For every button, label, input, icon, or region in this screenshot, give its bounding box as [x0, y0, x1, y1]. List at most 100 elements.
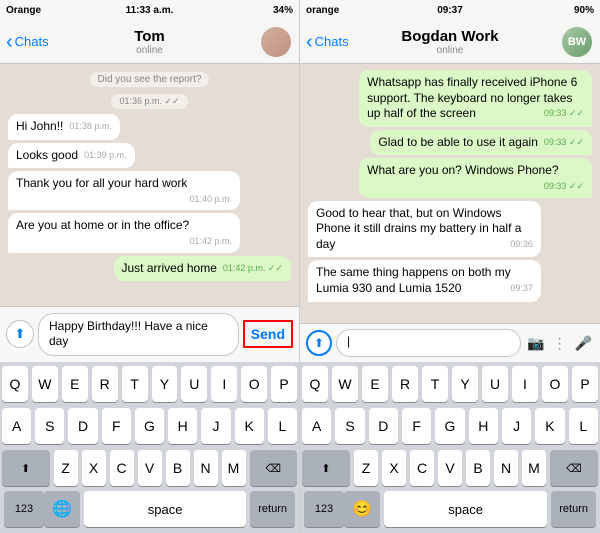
globe-icon[interactable]: 🌐	[44, 491, 80, 527]
key-delete[interactable]: ⌫	[250, 450, 298, 486]
expand-input-button[interactable]: ⬆	[306, 330, 332, 356]
key-A[interactable]: A	[2, 408, 31, 444]
left-chat-area: Did you see the report? 01:36 p.m. ✓✓ Hi…	[0, 64, 299, 306]
right-chat-area: Whatsapp has finally received iPhone 6 s…	[300, 64, 600, 323]
right-message-row-2: Glad to be able to use it again09:33 ✓✓	[308, 130, 592, 156]
key-Q[interactable]: Q	[2, 366, 28, 402]
right-key-U[interactable]: U	[482, 366, 508, 402]
attachment-icon[interactable]: ⋮	[551, 333, 569, 354]
key-P[interactable]: P	[271, 366, 297, 402]
voice-input-button[interactable]: ⬆	[6, 320, 34, 348]
key-W[interactable]: W	[32, 366, 58, 402]
right-key-M[interactable]: M	[522, 450, 546, 486]
right-key-shift[interactable]: ⬆	[302, 450, 350, 486]
key-Z[interactable]: Z	[54, 450, 78, 486]
right-key-return[interactable]: return	[551, 491, 596, 527]
key-H[interactable]: H	[168, 408, 197, 444]
right-key-B[interactable]: B	[466, 450, 490, 486]
right-key-N[interactable]: N	[494, 450, 518, 486]
key-F[interactable]: F	[102, 408, 131, 444]
right-back-button[interactable]: ‹ Chats	[306, 32, 349, 52]
key-shift[interactable]: ⬆	[2, 450, 50, 486]
right-key-space[interactable]: space	[384, 491, 547, 527]
right-message-row-5: The same thing happens on both my Lumia …	[308, 260, 592, 301]
key-E[interactable]: E	[62, 366, 88, 402]
bubble-time-3: 01:40 p.m.	[190, 194, 233, 206]
right-key-Y[interactable]: Y	[452, 366, 478, 402]
right-key-H[interactable]: H	[469, 408, 498, 444]
left-battery: 34%	[273, 5, 293, 16]
send-button[interactable]: Send	[243, 320, 293, 348]
key-N[interactable]: N	[194, 450, 218, 486]
key-J[interactable]: J	[201, 408, 230, 444]
key-U[interactable]: U	[181, 366, 207, 402]
key-S[interactable]: S	[35, 408, 64, 444]
right-contact-avatar[interactable]: BW	[562, 27, 592, 57]
right-key-delete[interactable]: ⌫	[550, 450, 598, 486]
right-key-W[interactable]: W	[332, 366, 358, 402]
right-key-L[interactable]: L	[569, 408, 598, 444]
bubble-3: Thank you for all your hard work01:40 p.…	[8, 171, 240, 210]
right-key-X[interactable]: X	[382, 450, 406, 486]
bubble-5: Just arrived home01:42 p.m. ✓✓	[114, 256, 292, 282]
right-key-R[interactable]: R	[392, 366, 418, 402]
left-time: 11:33 a.m.	[126, 5, 174, 16]
right-key-V[interactable]: V	[438, 450, 462, 486]
right-keyboard-row-2: A S D F G H J K L	[300, 404, 600, 446]
key-T[interactable]: T	[122, 366, 148, 402]
right-key-P[interactable]: P	[572, 366, 598, 402]
key-R[interactable]: R	[92, 366, 118, 402]
right-key-A[interactable]: A	[302, 408, 331, 444]
key-num[interactable]: 123	[4, 491, 44, 527]
key-M[interactable]: M	[222, 450, 246, 486]
bubble-time-5: 01:42 p.m. ✓✓	[223, 263, 283, 275]
left-contact-avatar[interactable]	[261, 27, 291, 57]
right-key-J[interactable]: J	[502, 408, 531, 444]
right-back-label: Chats	[315, 34, 349, 49]
message-input[interactable]: Happy Birthday!!! Have a nice day	[38, 313, 239, 356]
right-message-input[interactable]: |	[336, 329, 521, 357]
key-B[interactable]: B	[166, 450, 190, 486]
key-G[interactable]: G	[135, 408, 164, 444]
right-key-I[interactable]: I	[512, 366, 538, 402]
right-key-C[interactable]: C	[410, 450, 434, 486]
right-bubble-4: Good to hear that, but on Windows Phone …	[308, 201, 541, 258]
right-keyboard-bottom: 123 😊 space return	[300, 488, 600, 533]
key-C[interactable]: C	[110, 450, 134, 486]
left-back-button[interactable]: ‹ Chats	[6, 32, 49, 52]
key-D[interactable]: D	[68, 408, 97, 444]
right-input-area: ⬆ | 📷 ⋮ 🎤	[300, 323, 600, 362]
message-row-2: Looks good01:39 p.m.	[8, 143, 291, 169]
right-key-num[interactable]: 123	[304, 491, 344, 527]
key-space[interactable]: space	[84, 491, 246, 527]
mic-right-icon[interactable]: 🎤	[573, 333, 594, 354]
right-key-F[interactable]: F	[402, 408, 431, 444]
right-contact-info: Bogdan Work online	[401, 28, 498, 56]
key-O[interactable]: O	[241, 366, 267, 402]
left-keyboard-row-2: A S D F G H J K L	[0, 404, 299, 446]
system-time-1: 01:36 p.m. ✓✓	[111, 94, 187, 109]
key-I[interactable]: I	[211, 366, 237, 402]
key-V[interactable]: V	[138, 450, 162, 486]
key-Y[interactable]: Y	[152, 366, 178, 402]
right-key-T[interactable]: T	[422, 366, 448, 402]
right-key-E[interactable]: E	[362, 366, 388, 402]
left-contact-info: Tom online	[134, 28, 165, 56]
key-X[interactable]: X	[82, 450, 106, 486]
right-key-D[interactable]: D	[369, 408, 398, 444]
message-row-5: Just arrived home01:42 p.m. ✓✓	[8, 256, 291, 282]
left-back-arrow-icon: ‹	[6, 32, 13, 52]
key-return[interactable]: return	[250, 491, 295, 527]
right-key-Z[interactable]: Z	[354, 450, 378, 486]
key-K[interactable]: K	[235, 408, 264, 444]
left-keyboard: Q W E R T Y U I O P A S D F G H J K L ⬆ …	[0, 362, 299, 533]
right-key-O[interactable]: O	[542, 366, 568, 402]
right-emoji-icon[interactable]: 😊	[344, 491, 380, 527]
right-key-G[interactable]: G	[435, 408, 464, 444]
key-L[interactable]: L	[268, 408, 297, 444]
right-key-K[interactable]: K	[535, 408, 564, 444]
right-carrier: orange	[306, 5, 339, 16]
camera-icon[interactable]: 📷	[525, 333, 546, 354]
right-key-S[interactable]: S	[335, 408, 364, 444]
right-key-Q[interactable]: Q	[302, 366, 328, 402]
